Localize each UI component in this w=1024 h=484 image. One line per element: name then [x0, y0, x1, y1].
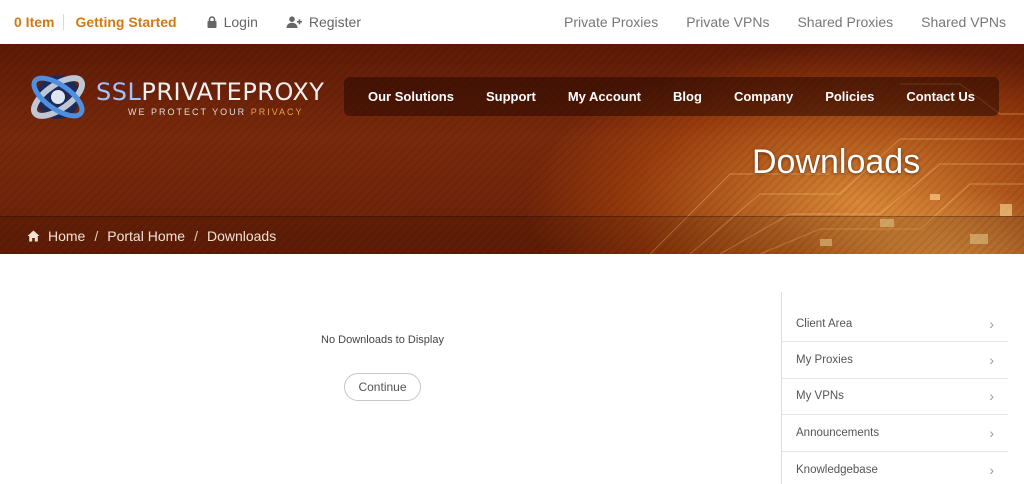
- breadcrumb-separator: /: [94, 227, 99, 244]
- lock-icon: [207, 16, 217, 28]
- shared-proxies-link[interactable]: Shared Proxies: [797, 14, 893, 30]
- logo-tagline-highlight: PRIVACY: [250, 106, 304, 117]
- home-icon: [27, 230, 40, 241]
- sidebar-item-label: Knowledgebase: [796, 463, 878, 476]
- sidebar-menu: Client Area › My Proxies › My VPNs › Ann…: [781, 292, 1008, 484]
- nav-company[interactable]: Company: [734, 89, 793, 104]
- main-nav: Our Solutions Support My Account Blog Co…: [344, 77, 999, 116]
- logo-name: SSLPRIVATEPROXY: [96, 78, 324, 106]
- getting-started-link[interactable]: Getting Started: [75, 14, 176, 30]
- private-proxies-link[interactable]: Private Proxies: [564, 14, 658, 30]
- sidebar-item-client-area[interactable]: Client Area ›: [782, 292, 1008, 342]
- nav-our-solutions[interactable]: Our Solutions: [368, 89, 454, 104]
- register-label: Register: [308, 14, 361, 30]
- breadcrumb: Home / Portal Home / Downloads: [0, 216, 1024, 254]
- main-area: No Downloads to Display Continue: [0, 254, 765, 484]
- chevron-right-icon: ›: [989, 461, 994, 478]
- sidebar-item-label: Announcements: [796, 426, 880, 439]
- continue-button[interactable]: Continue: [344, 373, 421, 401]
- breadcrumb-home[interactable]: Home: [48, 228, 85, 244]
- login-label: Login: [223, 14, 258, 30]
- nav-my-account[interactable]: My Account: [568, 89, 641, 104]
- chevron-right-icon: ›: [989, 315, 994, 332]
- top-bar-left: 0 Item Getting Started Login Register: [14, 14, 361, 30]
- sidebar-item-label: My Proxies: [796, 353, 853, 366]
- sidebar-item-knowledgebase[interactable]: Knowledgebase ›: [782, 452, 1008, 484]
- nav-support[interactable]: Support: [486, 89, 536, 104]
- top-bar: 0 Item Getting Started Login Register Pr…: [0, 0, 1024, 44]
- chevron-right-icon: ›: [989, 351, 994, 368]
- top-bar-right: Private Proxies Private VPNs Shared Prox…: [536, 14, 1006, 30]
- logo-emblem-icon: [31, 75, 85, 119]
- sidebar-item-my-proxies[interactable]: My Proxies ›: [782, 342, 1008, 379]
- logo-tagline: WE PROTECT YOUR PRIVACY: [128, 107, 324, 117]
- breadcrumb-separator: /: [194, 227, 198, 244]
- page-title: Downloads: [752, 143, 921, 181]
- login-link[interactable]: Login: [207, 14, 258, 30]
- nav-blog[interactable]: Blog: [673, 89, 702, 104]
- site-logo[interactable]: SSLPRIVATEPROXY WE PROTECT YOUR PRIVACY: [26, 68, 324, 126]
- site-header: SSLPRIVATEPROXY WE PROTECT YOUR PRIVACY …: [0, 44, 1024, 254]
- breadcrumb-portal-home[interactable]: Portal Home: [107, 228, 185, 244]
- logo-name-rest: PRIVATEPROXY: [141, 77, 325, 106]
- empty-state-message: No Downloads to Display: [321, 334, 444, 346]
- logo-tagline-prefix: WE PROTECT YOUR: [128, 106, 251, 117]
- chevron-right-icon: ›: [989, 388, 994, 405]
- chevron-right-icon: ›: [989, 424, 994, 441]
- sidebar-item-label: My VPNs: [796, 390, 844, 403]
- private-vpns-link[interactable]: Private VPNs: [686, 14, 769, 30]
- shared-vpns-link[interactable]: Shared VPNs: [921, 14, 1006, 30]
- nav-policies[interactable]: Policies: [825, 89, 874, 104]
- page-content: No Downloads to Display Continue Client …: [0, 254, 1024, 484]
- nav-contact-us[interactable]: Contact Us: [906, 89, 975, 104]
- cart-count-link[interactable]: 0 Item: [14, 14, 65, 30]
- sidebar-item-announcements[interactable]: Announcements ›: [782, 415, 1008, 452]
- logo-text: SSLPRIVATEPROXY WE PROTECT YOUR PRIVACY: [96, 78, 324, 117]
- register-link[interactable]: Register: [286, 14, 361, 30]
- add-user-icon: [286, 16, 302, 28]
- logo-name-prefix: SSL: [96, 77, 142, 106]
- sidebar-item-my-vpns[interactable]: My VPNs ›: [782, 379, 1008, 416]
- sidebar-item-label: Client Area: [796, 317, 853, 330]
- breadcrumb-current: Downloads: [206, 227, 277, 244]
